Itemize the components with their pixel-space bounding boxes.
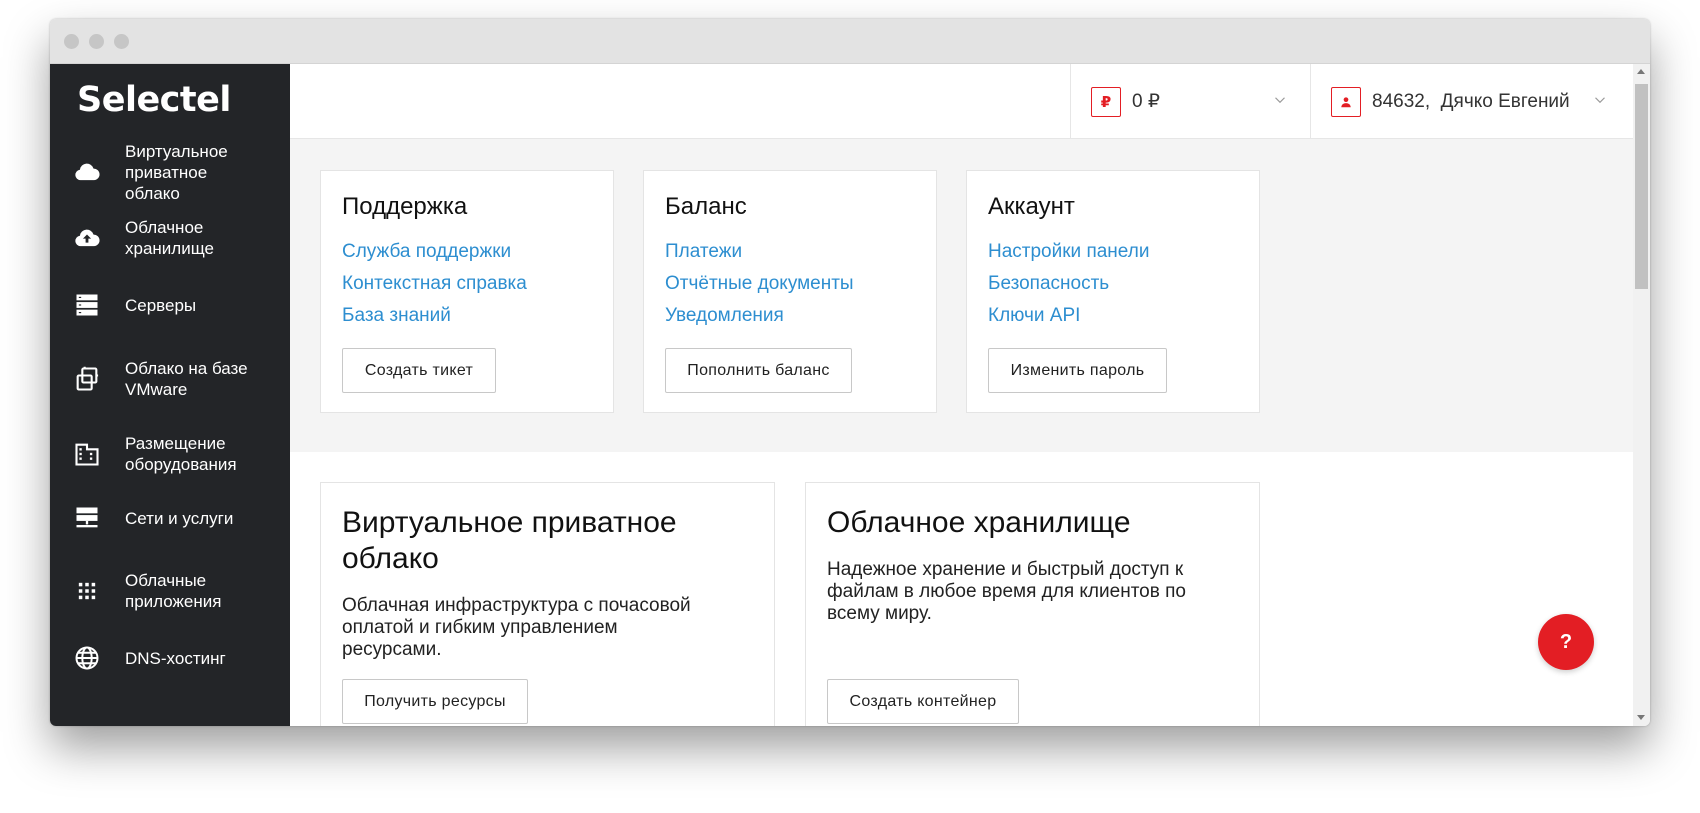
sidebar-item-label: Сети и услуги [125,508,234,528]
balance-amount: 0 ₽ [1132,91,1160,112]
support-service-link[interactable]: Служба поддержки [342,241,511,263]
create-ticket-button[interactable]: Создать тикет [342,348,496,393]
service-description: Облачная инфраструктура с почасовой опла… [342,595,691,660]
create-container-button[interactable]: Создать контейнер [827,679,1019,724]
sidebar-item-label: Серверы [125,295,197,315]
building-icon [72,439,102,469]
selectel-logo[interactable]: Selectel [77,80,231,120]
service-title: Виртуальное приватное облако [342,506,677,575]
knowledge-base-link[interactable]: База знаний [342,305,451,327]
api-keys-link[interactable]: Ключи API [988,305,1080,327]
reporting-documents-link[interactable]: Отчётные документы [665,273,854,295]
top-bar: ₽ 0 ₽ 84632, Дячко Евгений [290,64,1633,139]
user-icon [1331,86,1361,117]
service-title: Облачное хранилище [827,506,1131,539]
window-titlebar [50,19,1650,64]
window-close-control[interactable] [64,34,79,49]
sidebar-item-label: Виртуальное приватное облако [125,141,228,203]
scroll-thumb[interactable] [1635,84,1648,289]
panel-settings-link[interactable]: Настройки панели [988,241,1149,263]
sidebar-item-vpc[interactable]: Виртуальное приватное облако [50,140,290,204]
window-minimize-control[interactable] [89,34,104,49]
help-button[interactable]: ? [1538,614,1594,670]
notifications-link[interactable]: Уведомления [665,305,784,327]
top-up-balance-button[interactable]: Пополнить баланс [665,348,852,393]
cloud-upload-icon [72,223,102,253]
vertical-scrollbar[interactable] [1633,64,1650,726]
sidebar-item-servers[interactable]: Серверы [50,282,290,328]
chevron-down-icon [1275,97,1285,104]
card-title: Поддержка [342,193,468,220]
globe-icon [72,643,102,673]
sidebar-item-colocation[interactable]: Размещение оборудования [50,431,290,477]
apps-grid-icon [72,576,102,606]
user-account-label: 84632, Дячко Евгений [1372,90,1570,112]
support-card: Поддержка Служба поддержки Контекстная с… [320,170,614,413]
window-maximize-control[interactable] [114,34,129,49]
server-icon [72,290,102,320]
security-link[interactable]: Безопасность [988,273,1109,295]
browser-window: Selectel Виртуальное приватное облако Об… [50,19,1650,726]
sidebar-item-label: DNS-хостинг [125,648,226,668]
context-help-link[interactable]: Контекстная справка [342,273,527,295]
sidebar-item-label: Облачное хранилище [125,218,214,258]
scroll-down-arrow-icon[interactable] [1637,715,1645,720]
card-title: Баланс [665,193,747,220]
cloud-icon [72,157,102,187]
chevron-down-icon [1595,97,1605,104]
ruble-icon: ₽ [1091,86,1121,117]
sidebar-item-label: Размещение оборудования [125,434,237,474]
get-resources-button[interactable]: Получить ресурсы [342,679,528,724]
sidebar-item-dns[interactable]: DNS-хостинг [50,635,290,681]
account-card: Аккаунт Настройки панели Безопасность Кл… [966,170,1260,413]
sidebar: Selectel Виртуальное приватное облако Об… [50,64,290,726]
sidebar-item-vmware[interactable]: Облако на базе VMware [50,356,290,402]
quick-links-section: Поддержка Служба поддержки Контекстная с… [290,139,1633,452]
vmware-icon [72,364,102,394]
sidebar-item-label: Облачные приложения [125,571,222,611]
sidebar-item-cloud-apps[interactable]: Облачные приложения [50,568,290,614]
sidebar-item-label: Облако на базе VMware [125,359,248,399]
scroll-up-arrow-icon[interactable] [1637,69,1645,74]
balance-dropdown[interactable]: ₽ 0 ₽ [1070,64,1310,139]
sidebar-item-cloud-storage[interactable]: Облачное хранилище [50,215,290,261]
cloud-storage-service-card: Облачное хранилище Надежное хранение и б… [805,482,1260,726]
user-dropdown[interactable]: 84632, Дячко Евгений [1310,64,1633,139]
sidebar-item-networks[interactable]: Сети и услуги [50,495,290,541]
change-password-button[interactable]: Изменить пароль [988,348,1167,393]
network-icon [72,503,102,533]
vpc-service-card: Виртуальное приватное облако Облачная ин… [320,482,775,726]
balance-card: Баланс Платежи Отчётные документы Уведом… [643,170,937,413]
main-content: ₽ 0 ₽ 84632, Дячко Евгений Поддержка Слу… [290,64,1633,726]
payments-link[interactable]: Платежи [665,241,742,263]
card-title: Аккаунт [988,193,1075,220]
service-description: Надежное хранение и быстрый доступ к фай… [827,559,1186,624]
